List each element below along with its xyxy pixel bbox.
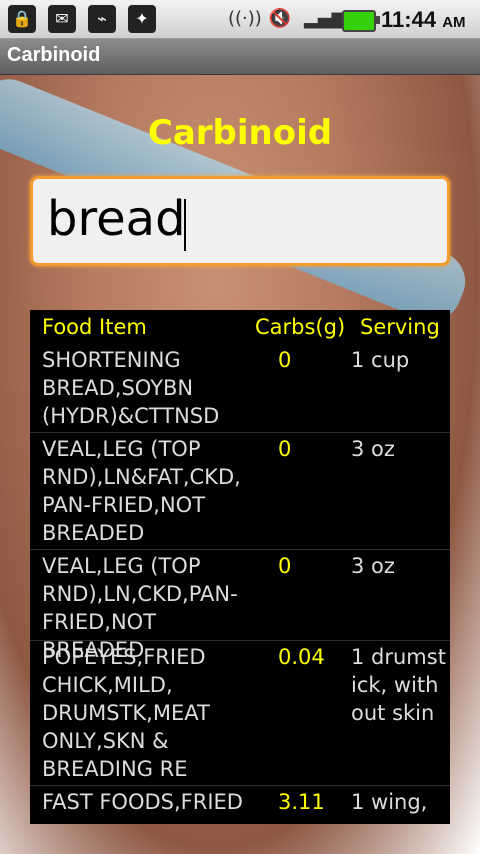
mail-at-icon: ✉ — [48, 5, 76, 33]
header-serving: Serving — [360, 315, 440, 339]
page-title: Carbinoid — [147, 113, 333, 153]
row-food-item: POPEYES,FRIED CHICK,MILD, DRUMSTK,MEAT O… — [42, 645, 210, 781]
row-serving: 3 oz — [351, 554, 395, 578]
row-carbs: 0 — [278, 348, 292, 372]
app-title-bar: Carbinoid — [0, 39, 480, 75]
usb-icon: ⌁ — [88, 5, 116, 33]
row-carbs: 3.11 — [278, 790, 325, 814]
mute-icon: 🔇 — [268, 8, 292, 29]
row-food-item: SHORTENING BREAD,SOYBN (HYDR)&CTTNSD — [42, 348, 220, 428]
row-food-item: FAST FOODS,FRIED — [42, 790, 243, 814]
battery-icon — [342, 10, 380, 32]
row-serving: 1 drumstick, without skin — [351, 645, 446, 725]
signal-icon: ▂▄▆ — [304, 8, 346, 29]
table-row[interactable]: SHORTENING BREAD,SOYBN (HYDR)&CTTNSD 0 1… — [30, 344, 450, 433]
row-carbs: 0 — [278, 554, 292, 578]
table-row[interactable]: POPEYES,FRIED CHICK,MILD, DRUMSTK,MEAT O… — [30, 641, 450, 786]
row-serving: 1 wing, — [351, 790, 428, 814]
search-input[interactable]: bread — [30, 176, 450, 266]
clock: 11:44 AM — [381, 7, 466, 33]
window-title: Carbinoid — [7, 44, 101, 66]
clock-time: 11:44 — [381, 7, 437, 32]
wifi-icon: ((·)) — [228, 8, 262, 29]
sd-card-lock-icon: 🔒 — [8, 5, 36, 33]
header-food-item: Food Item — [42, 315, 147, 339]
row-food-item: VEAL,LEG (TOP RND),LN&FAT,CKD, PAN-FRIED… — [42, 437, 241, 545]
text-cursor — [184, 199, 186, 251]
table-header: Food Item Carbs(g) Serving — [30, 310, 450, 344]
clock-ampm: AM — [442, 14, 466, 31]
row-serving: 1 cup — [351, 348, 410, 372]
row-serving: 3 oz — [351, 437, 395, 461]
row-carbs: 0.04 — [278, 645, 325, 669]
table-row[interactable]: VEAL,LEG (TOP RND),LN&FAT,CKD, PAN-FRIED… — [30, 433, 450, 550]
table-row[interactable]: FAST FOODS,FRIED 3.11 1 wing, — [30, 786, 450, 824]
android-debug-icon: ✦ — [128, 5, 156, 33]
status-bar: 🔒 ✉ ⌁ ✦ ((·)) 🔇 ▂▄▆ 11:44 AM — [0, 0, 480, 39]
results-table: Food Item Carbs(g) Serving SHORTENING BR… — [30, 310, 450, 824]
table-row[interactable]: VEAL,LEG (TOP RND),LN,CKD,PAN-FRIED,NOT … — [30, 550, 450, 662]
search-input-value[interactable]: bread — [47, 191, 186, 247]
row-carbs: 0 — [278, 437, 292, 461]
header-carbs: Carbs(g) — [255, 315, 346, 339]
